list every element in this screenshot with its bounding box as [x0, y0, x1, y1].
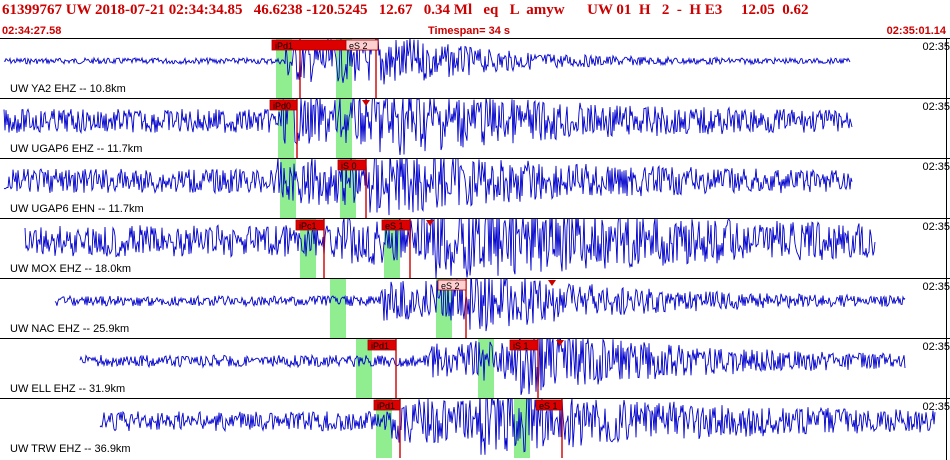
waveform-plot: eS 2 — [54, 279, 906, 338]
station-label: UW NAC EHZ -- 25.9km — [10, 323, 130, 335]
station-label: UW MOX EHZ -- 18.0km — [10, 263, 132, 275]
trace-panel[interactable]: iS 0 UW UGAP6 EHN -- 11.7km 02:35 — [0, 158, 950, 218]
waveform-plot: iPc1 eS 1 — [24, 219, 876, 278]
trace-panel[interactable]: eS 2 UW NAC EHZ -- 25.9km 02:35 — [0, 278, 950, 338]
trace-panel[interactable]: iPd1 eS 1 UW TRW EHZ -- 36.9km 02:35 — [0, 398, 950, 458]
trace-panel[interactable]: iPc1 eS 1 UW MOX EHZ -- 18.0km 02:35 — [0, 218, 950, 278]
waveform-trace — [54, 279, 906, 332]
waveform-plot: iPd1 eS 2 — [3, 39, 851, 98]
phase-pick[interactable]: iPd1 — [367, 339, 397, 398]
pick-label: eS 1 — [385, 221, 404, 231]
pick-label: eS 1 — [539, 401, 558, 411]
pick-label: iPd1 — [275, 41, 293, 51]
start-time-label: 02:34:27.58 — [2, 25, 62, 37]
trace-panel[interactable]: iPd0 UW UGAP6 EHZ -- 11.7km 02:35 — [0, 98, 950, 158]
pick-label: iPd1 — [371, 341, 389, 351]
trace-panel[interactable]: iPd1 iS 1 UW ELL EHZ -- 31.9km 02:35 — [0, 338, 950, 398]
waveform-plot: iPd1 eS 1 — [99, 399, 936, 458]
pick-label: iPc1 — [299, 221, 317, 231]
waveform-trace — [3, 39, 851, 85]
pick-label: iPd0 — [273, 101, 291, 111]
analysis-window — [478, 339, 494, 398]
waveform-trace — [24, 219, 876, 278]
seismogram-panels[interactable]: iPd1 eS 2 UW YA2 EHZ -- 10.8km 02:35 iPd0 UW … — [0, 38, 950, 460]
pick-label: eS 2 — [349, 41, 368, 51]
event-header: 61399767 UW 2018-07-21 02:34:34.85 46.62… — [0, 0, 950, 24]
station-label: UW UGAP6 EHZ -- 11.7km — [10, 143, 143, 155]
pick-marker-icon — [548, 280, 556, 286]
phase-pick[interactable]: iS 1 — [509, 339, 539, 398]
pick-label: eS 2 — [441, 281, 460, 291]
station-label: UW YA2 EHZ -- 10.8km — [10, 83, 126, 95]
pick-label: iS 0 — [341, 161, 357, 171]
pick-label: iPd1 — [377, 401, 395, 411]
waveform-plot: iPd0 — [3, 99, 853, 158]
trace-panel[interactable]: iPd1 eS 2 UW YA2 EHZ -- 10.8km 02:35 — [0, 38, 950, 98]
pick-marker-icon — [362, 100, 370, 106]
pick-label: iS 1 — [513, 341, 529, 351]
end-time-label: 02:35:01.14 — [886, 25, 946, 37]
waveform-plot: iPd1 iS 1 — [79, 339, 906, 398]
timespan-label: Timespan= 34 s — [428, 25, 511, 37]
analysis-window — [330, 279, 346, 338]
right-time-axis — [946, 38, 947, 460]
station-label: UW TRW EHZ -- 36.9km — [10, 443, 131, 455]
station-label: UW ELL EHZ -- 31.9km — [10, 383, 126, 395]
station-label: UW UGAP6 EHN -- 11.7km — [10, 203, 144, 215]
event-summary-line: 61399767 UW 2018-07-21 02:34:34.85 46.62… — [2, 2, 809, 18]
